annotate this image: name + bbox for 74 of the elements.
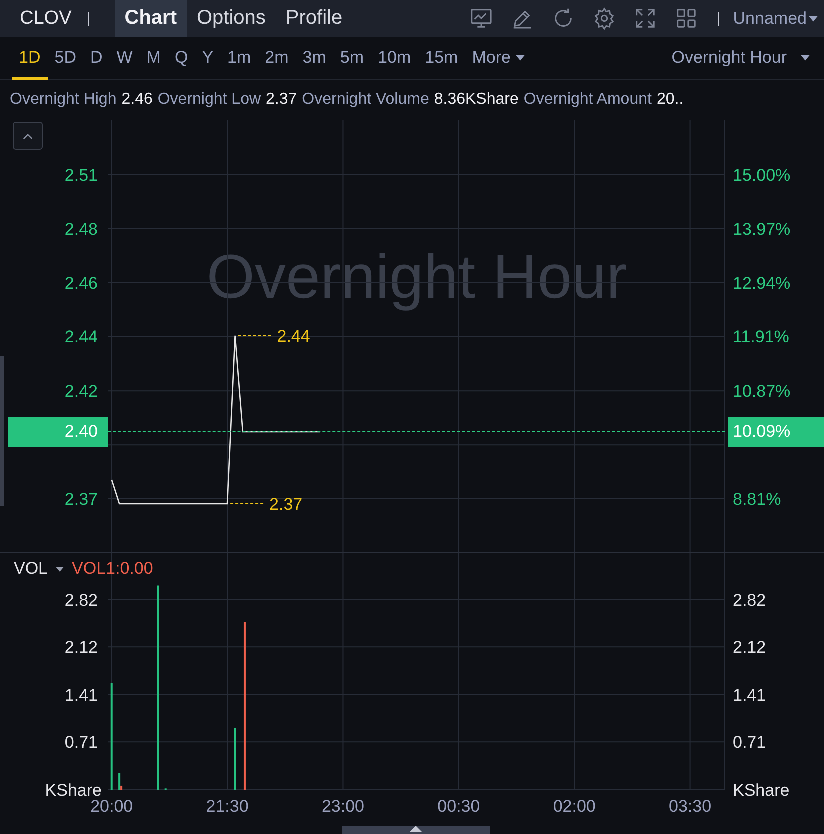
axis-label: 23:00 <box>322 797 364 816</box>
stat-value: 2.37 <box>266 91 298 109</box>
chevron-up-icon <box>410 826 422 832</box>
period-tab[interactable]: Q <box>168 36 196 80</box>
axis-label: 2.48 <box>64 220 98 239</box>
stat-label: Overnight Volume <box>302 91 430 109</box>
axis-label: 2.82 <box>733 590 766 610</box>
axis-label: 2.44 <box>64 328 98 347</box>
axis-label: 2.82 <box>64 590 98 610</box>
side-handle[interactable] <box>0 356 4 506</box>
axis-label: 2.12 <box>733 638 766 658</box>
axis-label: 15.00% <box>733 166 791 185</box>
stock-symbol: CLOV <box>20 8 72 30</box>
period-tab[interactable]: 15m <box>418 36 466 80</box>
period-tab[interactable]: 5D <box>48 36 84 80</box>
grid-layout-icon[interactable] <box>675 7 698 30</box>
tab[interactable]: Profile <box>276 0 353 37</box>
annotation: 2.44 <box>277 326 310 346</box>
more-dropdown[interactable]: More <box>465 36 532 80</box>
axis-label: 11.91% <box>733 328 790 347</box>
axis-label: 21:30 <box>206 797 249 816</box>
axis-label: 02:00 <box>553 797 596 816</box>
period-tab[interactable]: 1D <box>12 36 48 80</box>
axis-label: 2.12 <box>64 638 98 658</box>
axis-label: 20:00 <box>90 797 134 816</box>
settings-icon[interactable] <box>593 7 616 30</box>
axis-label: 2.51 <box>64 166 98 185</box>
period-tab[interactable]: D <box>83 36 110 80</box>
period-tab[interactable]: 10m <box>371 36 418 80</box>
axis-label: 03:30 <box>669 797 712 816</box>
chart-monitor-icon[interactable] <box>470 7 494 30</box>
indicator-name[interactable]: VOL <box>14 559 48 579</box>
caret-icon <box>801 55 810 61</box>
indicator-reading: VOL1:0.00 <box>72 559 154 579</box>
stat-label: Overnight Low <box>158 91 262 109</box>
axis-label: 1.41 <box>733 686 766 705</box>
axis-label: 13.97% <box>733 220 791 239</box>
caret-icon <box>516 55 525 61</box>
period-tab[interactable]: 3m <box>296 36 334 80</box>
axis-label: 2.46 <box>64 274 98 293</box>
tab[interactable]: Options <box>186 0 276 37</box>
period-tab[interactable]: M <box>140 36 168 80</box>
expand-icon[interactable] <box>634 7 658 30</box>
stat-label: Overnight Amount <box>524 91 652 109</box>
stat-value: 8.36KShare <box>434 91 519 109</box>
period-tab[interactable]: 2m <box>258 36 296 80</box>
axis-label: 0.71 <box>733 733 766 752</box>
stat-label: Overnight High <box>10 91 117 109</box>
stat-value: 2.46 <box>122 91 153 109</box>
period-tab[interactable]: 5m <box>333 36 372 80</box>
axis-label: 2.42 <box>64 382 98 402</box>
layout-dropdown[interactable]: Unnamed <box>733 8 818 28</box>
period-tab[interactable]: Y <box>195 36 221 80</box>
unit-label: KShare <box>733 781 790 800</box>
axis-label: 10.87% <box>733 382 791 402</box>
unit-label: KShare <box>45 781 102 800</box>
chevron-up-icon <box>23 132 33 140</box>
caret-icon <box>809 16 818 22</box>
period-tab[interactable]: W <box>110 36 140 80</box>
annotation: 2.37 <box>270 495 303 514</box>
session-dropdown[interactable]: Overnight Hour <box>672 48 810 68</box>
panel-handle[interactable] <box>342 826 490 834</box>
axis-label: 0.71 <box>64 733 98 752</box>
axis-label: 2.37 <box>64 490 98 509</box>
collapse-button[interactable] <box>13 122 43 150</box>
period-tab[interactable]: 1m <box>220 36 258 80</box>
tab[interactable]: Chart <box>114 0 187 37</box>
axis-label: 12.94% <box>733 274 791 293</box>
axis-label: 00:30 <box>438 797 480 816</box>
volume-bar <box>234 728 236 790</box>
stat-value: 20.. <box>656 91 684 109</box>
axis-label: 8.81% <box>733 490 782 509</box>
caret-icon[interactable] <box>56 566 64 572</box>
axis-label: 1.41 <box>64 686 98 705</box>
